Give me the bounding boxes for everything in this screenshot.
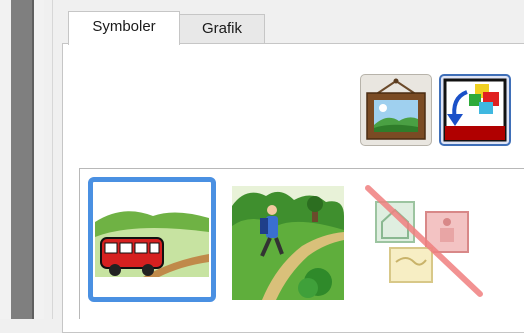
- tab-symboler-label: Symboler: [92, 18, 156, 35]
- symbol-item-hiker[interactable]: [232, 186, 344, 300]
- tab-grafik[interactable]: Grafik: [179, 14, 265, 43]
- tab-symboler[interactable]: Symboler: [68, 11, 180, 45]
- no-symbol-icon: [365, 185, 483, 297]
- panel-divider: [52, 0, 53, 319]
- hiker-forest-icon: [232, 186, 344, 300]
- symbol-item-bus[interactable]: [88, 177, 216, 302]
- left-scrollbar-edge: [32, 0, 34, 319]
- framed-picture-icon: [366, 78, 426, 140]
- insert-picture-button[interactable]: [360, 74, 432, 146]
- replace-symbol-button[interactable]: [439, 74, 511, 146]
- tab-grafik-label: Grafik: [201, 20, 242, 37]
- symbol-item-none[interactable]: [362, 182, 486, 300]
- replace-symbol-icon: [443, 78, 507, 142]
- bus-landscape-icon: [95, 211, 209, 277]
- left-scrollbar[interactable]: [11, 0, 32, 319]
